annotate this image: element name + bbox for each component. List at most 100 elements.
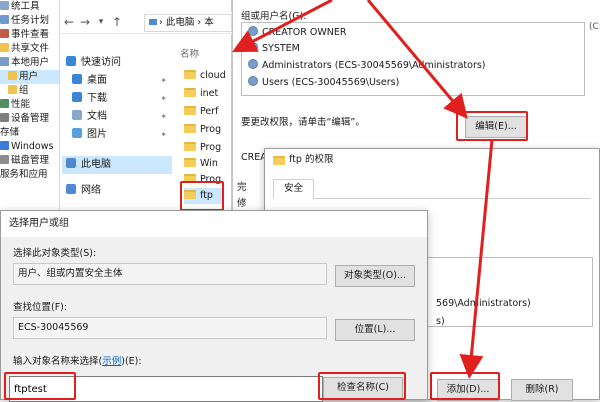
folder-icon <box>0 43 9 52</box>
tree-item-task-scheduler[interactable]: 任务计划 <box>0 14 49 28</box>
list-item[interactable]: Users (ECS-30045569\Users) <box>248 75 399 91</box>
tools-icon <box>0 1 9 10</box>
pin-icon[interactable]: ✦ <box>160 90 167 108</box>
dialog-title: ftp 的权限 <box>265 149 599 171</box>
tree-item-users[interactable]: 用户 <box>0 70 59 84</box>
object-type-button[interactable]: 对象类型(O)... <box>335 265 415 287</box>
nav-desktop[interactable]: 桌面 ✦ <box>72 72 170 90</box>
object-names-label: 输入对象名称来选择(示例)(E): <box>13 356 142 367</box>
disk-icon <box>0 155 9 164</box>
folder-icon <box>184 88 196 97</box>
folder-icon <box>184 190 196 199</box>
tree-item-storage[interactable]: 存储 <box>0 126 19 140</box>
file-explorer-window: ← → ▾ ↑ › 此电脑 › 本 快速访问 桌面 ✦ 下载 ✦ 文档 ✦ 图片 ✦ 此… <box>60 0 232 212</box>
folder-row[interactable]: cloud <box>184 68 226 84</box>
tree-item-disk-management[interactable]: 磁盘管理 <box>0 154 49 168</box>
creator-owner-label: CREA <box>241 152 267 163</box>
folder-icon <box>184 174 196 183</box>
change-permission-hint: 要更改权限，请单击“编辑”。 <box>241 117 365 128</box>
tree-item-windows-backup[interactable]: Windows <box>0 140 53 154</box>
backup-icon <box>0 141 9 150</box>
dialog-title: 选择用户或组 <box>1 211 427 237</box>
star-icon <box>66 56 76 66</box>
clock-icon <box>0 15 9 24</box>
folder-icon <box>184 106 196 115</box>
pin-icon[interactable]: ✦ <box>160 108 167 126</box>
nav-downloads[interactable]: 下载 ✦ <box>72 90 170 108</box>
group-or-user-label: 组或用户名(G): <box>241 11 307 22</box>
folder-row[interactable]: Prog <box>184 140 221 156</box>
folder-icon <box>8 71 17 80</box>
folder-row[interactable]: Win <box>184 156 218 172</box>
chevron-down-icon[interactable]: ▾ <box>94 14 108 30</box>
location-field: ECS-30045569 <box>13 317 327 339</box>
add-button[interactable]: 添加(D)... <box>437 379 499 401</box>
folder-icon <box>184 158 196 167</box>
remove-button[interactable]: 删除(R) <box>511 379 573 401</box>
tab-strip: 安全 <box>273 179 591 199</box>
folder-row[interactable]: Prog <box>184 172 221 188</box>
column-header-name[interactable]: 名称 <box>180 46 199 60</box>
user-group-icon <box>248 42 258 52</box>
nav-quick-access[interactable]: 快速访问 <box>66 54 170 72</box>
user-group-icon <box>248 59 258 69</box>
tree-item-device-manager[interactable]: 设备管理 <box>0 112 49 126</box>
user-group-icon <box>248 26 258 36</box>
location-button[interactable]: 位置(L)... <box>335 319 415 341</box>
nav-network[interactable]: 网络 <box>66 182 170 200</box>
forward-arrow-icon[interactable]: → <box>78 14 92 30</box>
tab-security[interactable]: 安全 <box>273 179 315 199</box>
folder-row[interactable]: Prog <box>184 122 221 138</box>
object-type-label: 选择此对象类型(S): <box>13 248 97 259</box>
nav-this-pc[interactable]: 此电脑 <box>62 156 172 174</box>
list-item[interactable]: CREATOR OWNER <box>248 25 346 41</box>
pin-icon[interactable]: ✦ <box>160 126 167 144</box>
tree-item-event-viewer[interactable]: 事件查看 <box>0 28 49 42</box>
list-item[interactable]: Administrators (ECS-30045569\Administrat… <box>248 58 486 74</box>
label-fragment: 完 <box>237 182 247 193</box>
address-path[interactable]: › 此电脑 › 本 <box>144 14 232 32</box>
folder-row[interactable]: Perf <box>184 104 219 120</box>
tree-item-performance[interactable]: 性能 <box>0 98 30 112</box>
folder-icon <box>184 70 196 79</box>
desktop-icon <box>72 74 82 84</box>
location-label: 查找位置(F): <box>13 302 68 313</box>
document-icon <box>72 110 82 120</box>
pc-icon <box>149 19 157 25</box>
object-type-field: 用户、组或内置安全主体 <box>13 263 327 285</box>
event-icon <box>0 29 9 38</box>
folder-icon <box>8 85 17 94</box>
examples-link[interactable]: 示例 <box>102 356 121 367</box>
performance-icon <box>0 99 9 108</box>
computer-management-tree: 统工具 任务计划 事件查看 共享文件 本地用户 用户 组 性能 设备管理 存储 … <box>0 0 60 210</box>
picture-icon <box>72 128 82 138</box>
back-arrow-icon[interactable]: ← <box>62 14 76 30</box>
nav-documents[interactable]: 文档 ✦ <box>72 108 170 126</box>
users-icon <box>0 57 9 66</box>
drive-label: (C:) <box>589 22 600 32</box>
list-item[interactable]: SYSTEM <box>248 41 300 57</box>
tree-item-groups[interactable]: 组 <box>0 84 29 98</box>
folder-row[interactable]: inet <box>184 86 218 102</box>
edit-button[interactable]: 编辑(E)... <box>465 116 527 138</box>
check-names-button[interactable]: 检查名称(C) <box>323 377 403 399</box>
tree-item-local-users[interactable]: 本地用户 <box>0 56 49 70</box>
tree-item-shared-folders[interactable]: 共享文件 <box>0 42 49 56</box>
tree-item-system-tools[interactable]: 统工具 <box>0 0 40 14</box>
folder-icon <box>273 156 285 165</box>
folder-row-ftp[interactable]: ftp <box>184 188 224 204</box>
folder-icon <box>184 142 196 151</box>
list-item[interactable]: s) <box>436 314 445 330</box>
address-bar: ← → ▾ ↑ › 此电脑 › 本 <box>60 12 232 34</box>
nav-pictures[interactable]: 图片 ✦ <box>72 126 170 144</box>
user-group-icon <box>248 76 258 86</box>
pin-icon[interactable]: ✦ <box>160 72 167 90</box>
list-item[interactable]: 569\Administrators) <box>436 296 531 312</box>
download-icon <box>72 92 82 102</box>
tree-item-services[interactable]: 服务和应用 <box>0 168 48 182</box>
group-user-list[interactable]: CREATOR OWNER SYSTEM Administrators (ECS… <box>241 22 585 96</box>
device-icon <box>0 113 9 122</box>
label-fragment: 修 <box>237 198 247 209</box>
object-names-input[interactable] <box>9 376 323 402</box>
up-arrow-icon[interactable]: ↑ <box>110 14 124 30</box>
